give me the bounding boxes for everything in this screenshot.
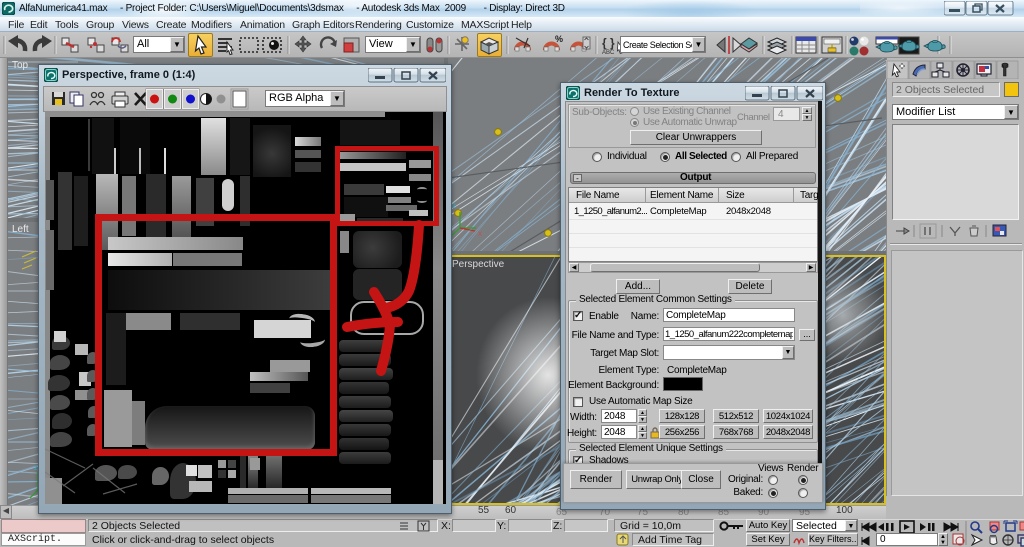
- svg-text:Perspective: Perspective: [452, 259, 505, 270]
- svg-text:x: x: [478, 229, 482, 238]
- svg-text:z: z: [452, 201, 456, 210]
